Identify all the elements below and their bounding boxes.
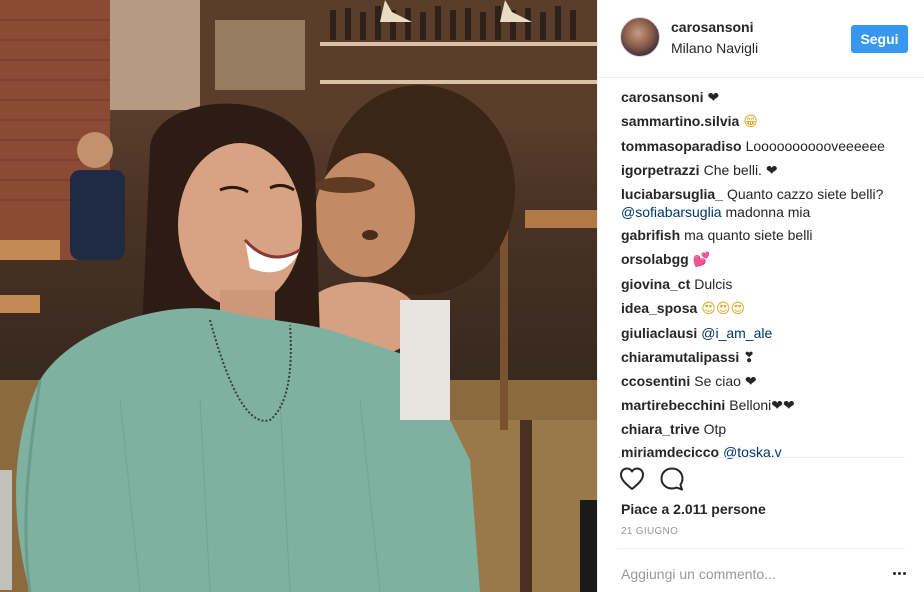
comment-text: Che belli. ❤: [703, 161, 778, 178]
comment-username[interactable]: idea_sposa: [621, 300, 697, 316]
comment-item: igorpetrazzi Che belli. ❤: [621, 161, 911, 179]
comment-username[interactable]: gabrifish: [621, 227, 680, 243]
header-username[interactable]: carosansoni: [671, 19, 753, 35]
comment-item: giuliaclausi @i_am_ale: [621, 324, 911, 342]
dot: [902, 571, 906, 575]
comment-item: sammartino.silvia 😁: [621, 112, 911, 131]
comment-username[interactable]: chiara_trive: [621, 421, 700, 437]
comment-item: orsolabgg 💕: [621, 250, 911, 269]
comment-text: Otp: [703, 420, 727, 437]
comment-username[interactable]: luciabarsuglia_: [621, 186, 723, 202]
comment-text: ❣: [743, 348, 756, 365]
comment-text: ma quanto siete belli: [684, 227, 813, 244]
photo-illustration: [0, 0, 597, 592]
comment-emoji: 😍😍😍: [701, 301, 746, 318]
comment-username[interactable]: ccosentini: [621, 373, 690, 389]
avatar[interactable]: [620, 17, 660, 57]
comment-username[interactable]: sammartino.silvia: [621, 113, 739, 129]
comment-username[interactable]: igorpetrazzi: [621, 162, 700, 178]
follow-button[interactable]: Segui: [851, 25, 908, 53]
comment-item: ccosentini Se ciao ❤: [621, 372, 911, 390]
comment-username[interactable]: tommasoparadiso: [621, 138, 742, 154]
comment-text: Belloni❤❤: [729, 396, 795, 413]
comment-username[interactable]: carosansoni: [621, 89, 703, 105]
heart-outline-icon[interactable]: [619, 466, 645, 492]
comment-item: tommasoparadiso Looooooooooveeeeee: [621, 137, 911, 155]
speech-bubble-icon[interactable]: [659, 466, 685, 492]
comment-item: martirebecchini Belloni❤❤: [621, 396, 911, 414]
comment-text: Looooooooooveeeeee: [745, 137, 885, 154]
header-location[interactable]: Milano Navigli: [671, 40, 758, 56]
comment-username[interactable]: chiaramutalipassi: [621, 349, 739, 365]
post-sidebar: carosansoni Milano Navigli Segui carosan…: [597, 0, 924, 592]
comment-username[interactable]: orsolabgg: [621, 251, 689, 267]
comment-text: Quanto cazzo siete belli?: [726, 185, 884, 202]
comment-mention-link[interactable]: @sofiabarsuglia: [621, 204, 722, 220]
comment-username[interactable]: martirebecchini: [621, 397, 725, 413]
comment-item: gabrifish ma quanto siete belli: [621, 226, 911, 244]
comment-item: idea_sposa 😍😍😍: [621, 299, 911, 318]
divider: [618, 548, 905, 549]
comment-username[interactable]: giovina_ct: [621, 276, 690, 292]
dot: [892, 571, 896, 575]
divider: [618, 457, 905, 458]
comment-text: Dulcis: [694, 276, 733, 293]
comment-username[interactable]: giuliaclausi: [621, 325, 697, 341]
dot: [897, 571, 901, 575]
comments-list[interactable]: carosansoni ❤ sammartino.silvia 😁 tommasopar…: [621, 88, 911, 460]
more-dots-icon[interactable]: [891, 566, 907, 580]
comment-mention-link[interactable]: @i_am_ale: [701, 325, 772, 341]
comment-item: carosansoni ❤: [621, 88, 911, 106]
comment-emoji: 😁: [743, 113, 758, 130]
comment-item: chiaramutalipassi ❣: [621, 348, 911, 366]
post-header: carosansoni Milano Navigli Segui: [598, 0, 924, 78]
comment-item: luciabarsuglia_ Quanto cazzo siete belli?…: [621, 185, 911, 221]
add-comment-input[interactable]: Aggiungi un commento...: [621, 566, 776, 582]
action-bar: [619, 466, 739, 492]
likes-count[interactable]: Piace a 2.011 persone: [621, 501, 766, 517]
comment-text: ❤: [707, 89, 720, 105]
post-date: 21 GIUGNO: [621, 526, 679, 537]
comment-item: giovina_ct Dulcis: [621, 275, 911, 293]
comment-text: Se ciao ❤: [694, 372, 757, 389]
post-photo[interactable]: [0, 0, 597, 592]
comment-emoji: 💕: [692, 252, 711, 269]
comment-item: chiara_trive Otp: [621, 420, 911, 438]
comment-text: madonna mia: [721, 203, 811, 220]
